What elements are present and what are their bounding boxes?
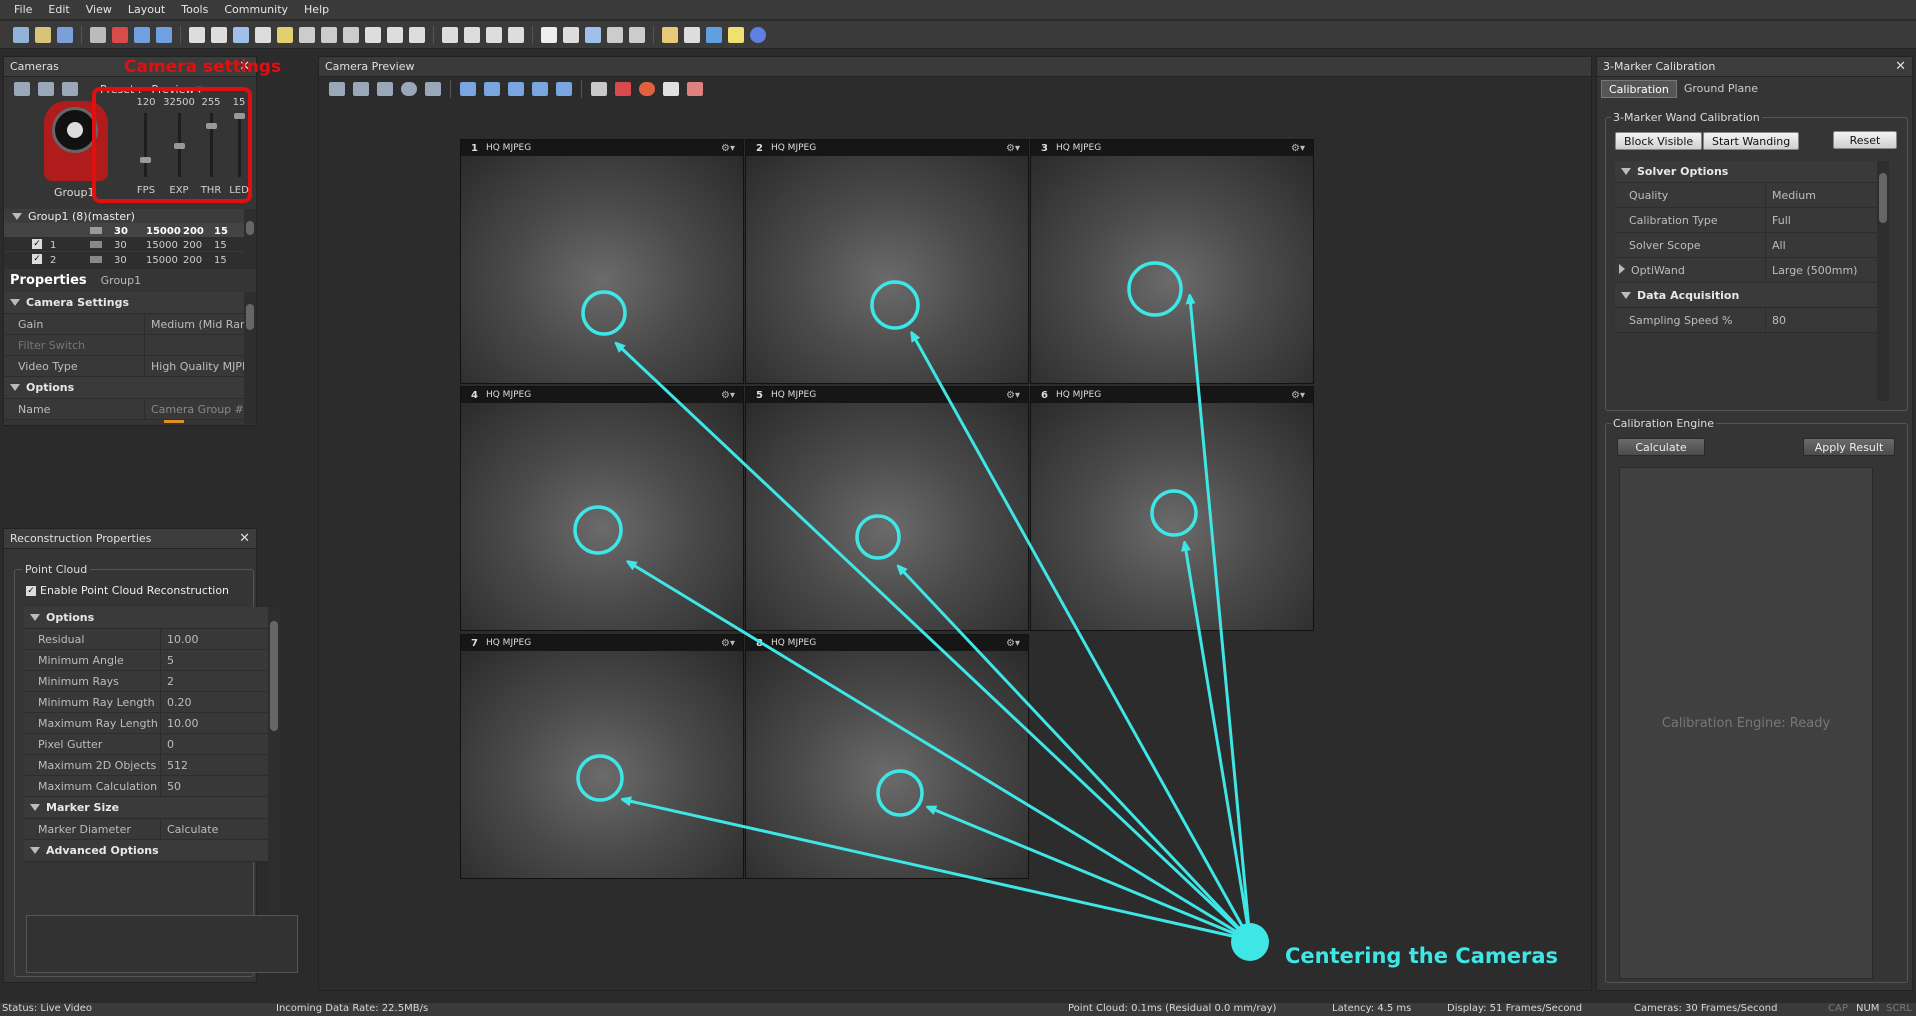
marker-circle bbox=[1150, 489, 1198, 537]
status-text: Status: Live Video bbox=[2, 1003, 93, 1014]
property-key: OptiWand bbox=[1615, 263, 1765, 277]
property-key-label: OptiWand bbox=[1631, 263, 1685, 277]
expand-icon[interactable] bbox=[1621, 291, 1631, 299]
calculate-button[interactable]: Calculate bbox=[1617, 438, 1705, 456]
property-value[interactable]: Full bbox=[1765, 208, 1887, 232]
scroll-indicator: SCRL bbox=[1886, 1003, 1912, 1014]
tab-ground-plane[interactable]: Ground Plane bbox=[1677, 80, 1765, 98]
solver-scrollbar[interactable] bbox=[1877, 161, 1889, 401]
annotation-arrow bbox=[618, 345, 1252, 942]
engine-output: Calibration Engine: Ready bbox=[1619, 467, 1873, 979]
property-value[interactable]: All bbox=[1765, 233, 1887, 257]
marker-circle bbox=[576, 754, 624, 802]
expand-icon[interactable] bbox=[1621, 168, 1631, 175]
annotation-origin bbox=[1231, 923, 1269, 961]
expand-right-icon[interactable] bbox=[1619, 263, 1625, 274]
solver-list: Solver Options Quality Medium Calibration… bbox=[1615, 161, 1887, 401]
property-value[interactable]: Medium bbox=[1765, 183, 1887, 207]
section-title: Solver Options bbox=[1637, 165, 1729, 178]
property-row[interactable]: Quality Medium bbox=[1615, 183, 1887, 208]
marker-circle bbox=[855, 514, 901, 560]
incoming-data-rate: Incoming Data Rate: 22.5MB/s bbox=[276, 1003, 429, 1014]
camera-rate: Cameras: 30 Frames/Second bbox=[1634, 1003, 1778, 1014]
annotation-arrow bbox=[625, 800, 1251, 942]
marker-circle bbox=[876, 769, 924, 817]
calibration-panel: 3-Marker Calibration ✕ Calibration Ground… bbox=[1596, 56, 1913, 991]
marker-circle bbox=[870, 280, 920, 330]
marker-circle bbox=[573, 505, 623, 555]
annotation-arrow bbox=[630, 563, 1251, 942]
calibration-header: 3-Marker Calibration ✕ bbox=[1597, 57, 1912, 77]
close-icon[interactable]: ✕ bbox=[1895, 59, 1906, 74]
property-key: Sampling Speed % bbox=[1629, 313, 1733, 327]
latency-status: Latency: 4.5 ms bbox=[1332, 1003, 1412, 1014]
status-bar: Status: Live Video Incoming Data Rate: 2… bbox=[0, 1003, 1916, 1016]
marker-circle bbox=[581, 290, 627, 336]
centering-annotation: Centering the Cameras bbox=[1285, 944, 1559, 968]
calibration-title: 3-Marker Calibration bbox=[1603, 60, 1716, 73]
wand-group-label: 3-Marker Wand Calibration bbox=[1611, 111, 1762, 124]
scrollbar-thumb[interactable] bbox=[1879, 173, 1887, 223]
property-row[interactable]: Solver Scope All bbox=[1615, 233, 1887, 258]
property-key: Solver Scope bbox=[1629, 238, 1701, 252]
calibration-tabs: Calibration Ground Plane bbox=[1597, 80, 1912, 98]
property-row[interactable]: Sampling Speed % 80 bbox=[1615, 308, 1887, 333]
engine-status: Calibration Engine: Ready bbox=[1661, 715, 1831, 731]
apply-result-button[interactable]: Apply Result bbox=[1803, 438, 1895, 456]
marker-circle bbox=[1127, 261, 1183, 317]
start-wanding-button[interactable]: Start Wanding bbox=[1703, 132, 1800, 150]
property-row[interactable]: Calibration Type Full bbox=[1615, 208, 1887, 233]
section-solver-options[interactable]: Solver Options bbox=[1615, 161, 1887, 183]
property-row[interactable]: OptiWand Large (500mm) bbox=[1615, 258, 1887, 283]
engine-group-label: Calibration Engine bbox=[1611, 417, 1717, 430]
property-key: Quality bbox=[1629, 188, 1669, 202]
display-rate: Display: 51 Frames/Second bbox=[1447, 1003, 1583, 1014]
block-visible-button[interactable]: Block Visible bbox=[1615, 132, 1703, 150]
property-value[interactable]: Large (500mm) bbox=[1765, 258, 1887, 282]
reset-button[interactable]: Reset bbox=[1833, 131, 1897, 149]
num-indicator: NUM bbox=[1856, 1003, 1880, 1014]
property-key: Calibration Type bbox=[1629, 213, 1718, 227]
caps-indicator: CAP bbox=[1828, 1003, 1848, 1014]
tab-calibration[interactable]: Calibration bbox=[1601, 80, 1677, 98]
engine-scrollbar[interactable] bbox=[1879, 467, 1891, 979]
annotation-arrow bbox=[1190, 298, 1252, 941]
section-title: Data Acquisition bbox=[1637, 288, 1740, 302]
section-data-acquisition[interactable]: Data Acquisition bbox=[1615, 283, 1887, 308]
point-cloud-status: Point Cloud: 0.1ms (Residual 0.0 mm/ray) bbox=[1068, 1003, 1277, 1014]
annotation-arrow bbox=[930, 808, 1251, 942]
property-value[interactable]: 80 bbox=[1765, 308, 1887, 332]
